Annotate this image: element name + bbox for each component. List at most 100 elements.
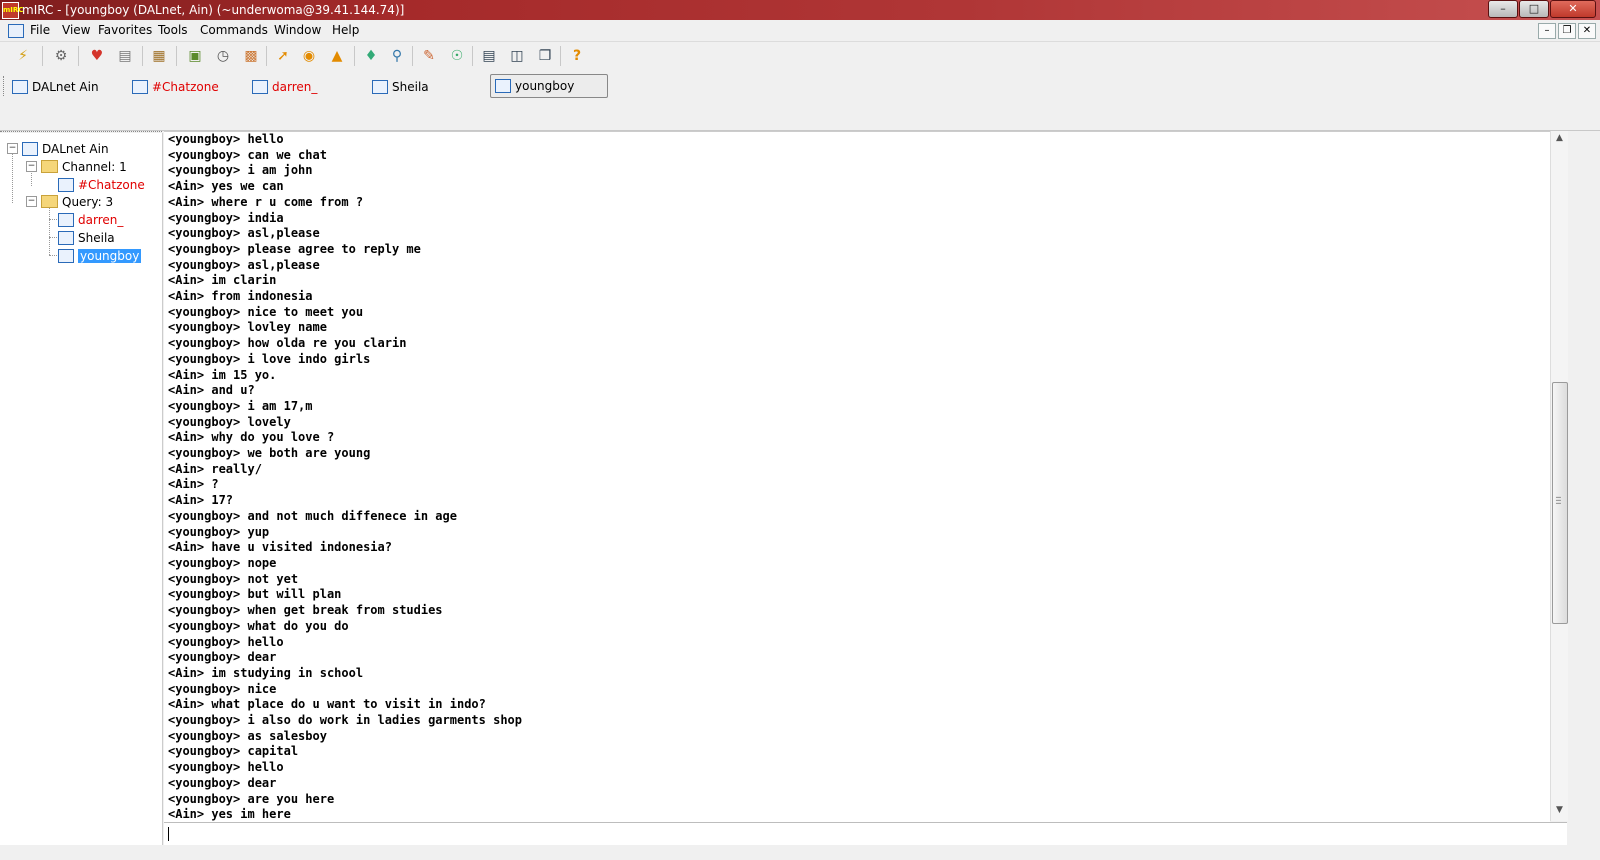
log-files-icon[interactable]: ♦	[362, 47, 380, 65]
chat-line: <youngboy> i love indo girls	[168, 351, 371, 366]
mdi-close-button[interactable]: ✕	[1578, 23, 1596, 39]
connect-icon[interactable]: ⚡	[14, 47, 32, 65]
cascade-icon[interactable]: ❐	[536, 47, 554, 65]
tree-item-label: darren_	[78, 212, 124, 227]
tree-item-dalnet-ain[interactable]: − DALnet Ain	[7, 140, 109, 157]
folder-icon	[41, 160, 58, 173]
chat-line: <youngboy> i am john	[168, 163, 313, 178]
chat-line: <youngboy> not yet	[168, 571, 299, 586]
switchbar-item-youngboy[interactable]: youngboy	[490, 74, 608, 98]
options-icon[interactable]: ⚙	[52, 47, 70, 65]
switchbar-item-dalnet-ain[interactable]: DALnet Ain	[8, 76, 103, 98]
menu-file[interactable]: File	[30, 23, 50, 37]
chat-line: <youngboy> dear	[168, 650, 277, 665]
folder-icon	[41, 195, 58, 208]
chat-line: <youngboy> when get break from studies	[168, 603, 443, 618]
switchbar: DALnet Ain #Chatzone darren_ Sheila youn…	[0, 72, 1600, 131]
favorites-icon[interactable]: ♥	[88, 47, 106, 65]
menu-help[interactable]: Help	[332, 23, 359, 37]
window-close-button[interactable]: ✕	[1550, 0, 1596, 18]
scripts-editor-icon[interactable]: ✎	[420, 47, 438, 65]
menu-window[interactable]: Window	[274, 23, 321, 37]
mdi-restore-button[interactable]: ❐	[1558, 23, 1576, 39]
query-window-icon	[58, 248, 74, 263]
menu-favorites[interactable]: Favorites	[98, 23, 152, 37]
chat-line: <youngboy> i also do work in ladies garm…	[168, 713, 523, 728]
switchbar-item-chatzone[interactable]: #Chatzone	[128, 76, 223, 98]
scroll-up-icon[interactable]: ▲	[1551, 133, 1568, 147]
collapse-icon[interactable]: −	[26, 161, 37, 172]
tree-item-channel-group[interactable]: − Channel: 1	[26, 158, 127, 175]
chat-line: <youngboy> are you here	[168, 791, 335, 806]
address-book-icon[interactable]: ▦	[150, 47, 168, 65]
chat-line: <youngboy> nice to meet you	[168, 304, 364, 319]
chat-line: <Ain> why do you love ?	[168, 430, 335, 445]
scroll-down-icon[interactable]: ▼	[1551, 805, 1568, 819]
mirc-app-icon[interactable]: mIRC	[2, 2, 23, 19]
query-window-icon	[495, 79, 511, 93]
channel-window-icon	[132, 80, 148, 94]
collapse-icon[interactable]: −	[7, 143, 18, 154]
chat-line: <youngboy> and not much diffenece in age	[168, 508, 457, 523]
chat-line: <youngboy> asl,please	[168, 226, 320, 241]
chat-line: <youngboy> as salesboy	[168, 728, 327, 743]
chat-line: <Ain> and u?	[168, 383, 255, 398]
chat-line: <youngboy> but will plan	[168, 587, 342, 602]
collapse-icon[interactable]: −	[26, 196, 37, 207]
tree-item-darren[interactable]: darren_	[58, 211, 123, 228]
menu-tools[interactable]: Tools	[158, 23, 188, 37]
switchbar-item-darren[interactable]: darren_	[248, 76, 321, 98]
chat-line: <youngboy> we both are young	[168, 446, 371, 461]
dcc-options-icon[interactable]: ▲	[328, 47, 346, 65]
organize-favorites-icon[interactable]: ▤	[116, 47, 134, 65]
tree-item-query-group[interactable]: − Query: 3	[26, 193, 113, 210]
scrollbar-thumb[interactable]: ─ ─ ─	[1552, 382, 1568, 624]
chat-line: <youngboy> hello	[168, 760, 284, 775]
tree-item-chatzone[interactable]: #Chatzone	[58, 176, 145, 193]
menu-view[interactable]: View	[62, 23, 90, 37]
toolbar-separator	[42, 46, 43, 66]
chat-message-area[interactable]: <youngboy> hello <youngboy> can we chat <y…	[164, 131, 1550, 822]
status-window-icon	[12, 80, 28, 94]
mdi-controls: – ❐ ✕	[1536, 23, 1596, 39]
switchbar-item-label: DALnet Ain	[32, 80, 99, 94]
document-icon[interactable]	[8, 24, 24, 38]
tree-item-sheila[interactable]: Sheila	[58, 229, 115, 246]
chat-line: <Ain> from indonesia	[168, 289, 313, 304]
message-input[interactable]	[164, 822, 1567, 846]
switchbar-grip[interactable]	[3, 76, 7, 96]
window-maximize-button[interactable]: □	[1519, 0, 1549, 18]
title-bar: mIRC mIRC - [youngboy (DALnet, Ain) (~un…	[0, 0, 1600, 20]
switchbar-item-sheila[interactable]: Sheila	[368, 76, 433, 98]
switchbar-item-label: Sheila	[392, 80, 429, 94]
chat-scrollbar[interactable]: ▲ ─ ─ ─ ▼	[1550, 131, 1568, 821]
tile-vertical-icon[interactable]: ◫	[508, 47, 526, 65]
toolbar-separator	[266, 46, 267, 66]
chat-line: <youngboy> lovley name	[168, 320, 327, 335]
channel-window-icon	[58, 177, 74, 192]
menu-commands[interactable]: Commands	[200, 23, 268, 37]
help-icon[interactable]: ?	[568, 47, 586, 65]
received-files-icon[interactable]: ⚲	[388, 47, 406, 65]
toolbar-separator	[412, 46, 413, 66]
menu-bar: File View Favorites Tools Commands Windo…	[0, 20, 1600, 42]
chat-line: <Ain> im 15 yo.	[168, 367, 277, 382]
notify-list-icon[interactable]: ▣	[186, 47, 204, 65]
toolbar-separator	[176, 46, 177, 66]
tree-item-label: youngboy	[78, 248, 142, 263]
tree-item-label: DALnet Ain	[42, 141, 109, 156]
url-list-icon[interactable]: ☉	[448, 47, 466, 65]
tile-horizontal-icon[interactable]: ▤	[480, 47, 498, 65]
window-minimize-button[interactable]: –	[1488, 0, 1518, 18]
tree-item-youngboy[interactable]: youngboy	[58, 247, 142, 264]
dcc-send-icon[interactable]: ➚	[274, 47, 292, 65]
chat-line: <youngboy> asl,please	[168, 257, 320, 272]
timer-icon[interactable]: ◷	[214, 47, 232, 65]
chat-line: <youngboy> what do you do	[168, 618, 349, 633]
dcc-chat-icon[interactable]: ◉	[300, 47, 318, 65]
mdi-minimize-button[interactable]: –	[1538, 23, 1556, 39]
chat-line: <youngboy> please agree to reply me	[168, 241, 421, 256]
colors-icon[interactable]: ▩	[242, 47, 260, 65]
window-title: mIRC - [youngboy (DALnet, Ain) (~underwo…	[22, 3, 405, 17]
chat-line: <Ain> yes im here	[168, 807, 291, 822]
